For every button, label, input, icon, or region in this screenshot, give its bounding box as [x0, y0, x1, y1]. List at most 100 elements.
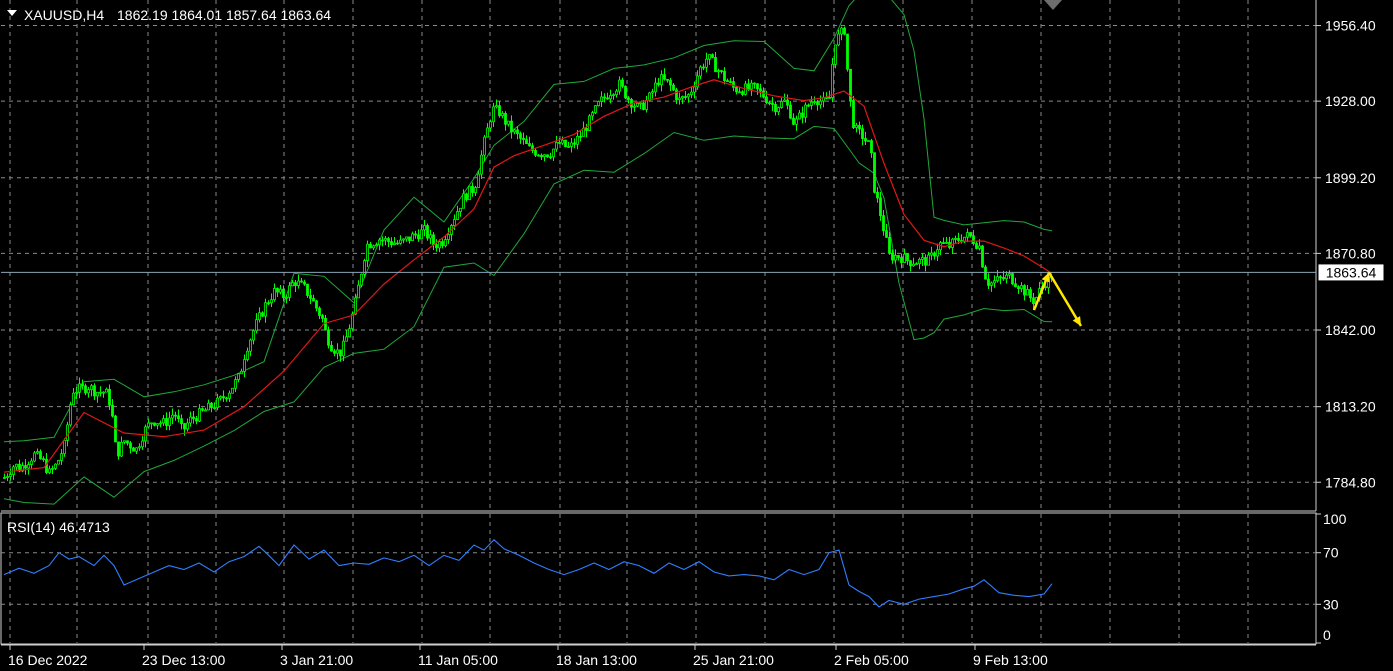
candle-body: [561, 139, 564, 144]
candle-body: [846, 33, 849, 70]
bollinger-bands: [3, 0, 1053, 505]
candle-body: [624, 85, 627, 99]
dropdown-triangle-icon[interactable]: [7, 10, 17, 16]
time-tick-label: 2 Feb 05:00: [834, 652, 909, 668]
rsi-panel[interactable]: 100 70 30 0 RSI(14) 46.4713: [0, 511, 1347, 645]
candle-body: [324, 317, 327, 331]
upper-band-line: [3, 0, 1053, 443]
price-tick-label: 1956.40: [1325, 18, 1376, 34]
candle-body: [213, 407, 216, 409]
candle-body: [201, 408, 204, 411]
trading-chart[interactable]: 1956.40 1928.00 1899.20 1870.80 1842.00 1813.…: [0, 0, 1393, 671]
candle-body: [141, 440, 144, 448]
candle-body: [237, 373, 240, 380]
candle-body: [144, 426, 147, 442]
candle-body: [276, 288, 279, 293]
candle-body: [969, 232, 972, 237]
candle-body: [627, 97, 630, 100]
candle-body: [468, 185, 471, 201]
candle-body: [390, 241, 393, 246]
candle-body: [129, 442, 132, 449]
candle-body: [495, 105, 498, 108]
rsi-grid: [1, 514, 1316, 643]
candle-body: [330, 344, 333, 352]
candle-body: [954, 238, 957, 240]
candle-body: [60, 453, 63, 461]
candle-body: [351, 313, 354, 330]
candle-body: [966, 232, 969, 238]
candle-body: [132, 447, 135, 452]
candle-body: [321, 315, 324, 319]
candle-body: [999, 276, 1002, 279]
moving-average-line: [3, 79, 1053, 473]
candle-body: [360, 273, 363, 286]
rsi-tick-label: 70: [1323, 545, 1339, 561]
candle-body: [33, 452, 36, 462]
candle-body: [426, 225, 429, 239]
candle-body: [507, 120, 510, 125]
candle-body: [642, 102, 645, 110]
time-tick-label: 9 Feb 13:00: [973, 652, 1048, 668]
candle-body: [720, 70, 723, 72]
candle-body: [576, 135, 579, 145]
candle-body: [699, 66, 702, 77]
candle-body: [879, 197, 882, 217]
candle-body: [765, 96, 768, 104]
candle-body: [249, 339, 252, 352]
candle-body: [99, 391, 102, 394]
candle-body: [117, 441, 120, 457]
candle-body: [1005, 274, 1008, 280]
candle-body: [516, 129, 519, 134]
candle-body: [807, 104, 810, 107]
candle-body: [474, 187, 477, 193]
price-panel[interactable]: 1956.40 1928.00 1899.20 1870.80 1842.00 1813.…: [1, 0, 1385, 512]
candle-body: [270, 299, 273, 304]
candle-body: [552, 148, 555, 158]
candle-body: [978, 245, 981, 249]
candle-body: [153, 422, 156, 426]
candle-body: [972, 235, 975, 244]
candle-body: [801, 112, 804, 118]
candle-body: [477, 173, 480, 188]
candle-body: [945, 242, 948, 244]
candle-body: [258, 312, 261, 321]
candle-body: [447, 234, 450, 240]
candle-body: [1008, 273, 1011, 276]
candle-body: [366, 243, 369, 261]
candle-body: [555, 142, 558, 150]
candle-body: [735, 86, 738, 93]
candle-body: [441, 241, 444, 247]
candle-body: [810, 101, 813, 106]
time-tick-label: 3 Jan 21:00: [280, 652, 353, 668]
candle-body: [438, 241, 441, 249]
candle-body: [816, 101, 819, 106]
rsi-label: RSI(14) 46.4713: [7, 519, 110, 535]
lower-band-line: [3, 125, 1053, 505]
candle-body: [183, 423, 186, 430]
candle-body: [546, 154, 549, 158]
candle-body: [714, 57, 717, 73]
candle-body: [48, 468, 51, 473]
candle-body: [621, 79, 624, 87]
price-grid: [1, 0, 1316, 511]
candle-body: [609, 95, 612, 100]
candle-body: [369, 243, 372, 249]
candle-body: [36, 451, 39, 454]
chart-shift-marker-icon[interactable]: [1044, 0, 1062, 10]
candle-body: [420, 229, 423, 240]
candle-body: [906, 253, 909, 262]
moving-average: [3, 79, 1053, 473]
candle-body: [9, 474, 12, 477]
time-tick-label: 23 Dec 13:00: [142, 652, 225, 668]
candle-body: [108, 388, 111, 406]
candle-body: [924, 257, 927, 266]
candle-body: [534, 150, 537, 156]
candle-body: [177, 415, 180, 420]
candle-body: [69, 404, 72, 426]
last-price-label: 1863.64: [1326, 264, 1377, 280]
candle-body: [660, 74, 663, 86]
candle-body: [135, 447, 138, 452]
candle-body: [186, 422, 189, 430]
candle-body: [888, 236, 891, 254]
candle-body: [993, 280, 996, 284]
